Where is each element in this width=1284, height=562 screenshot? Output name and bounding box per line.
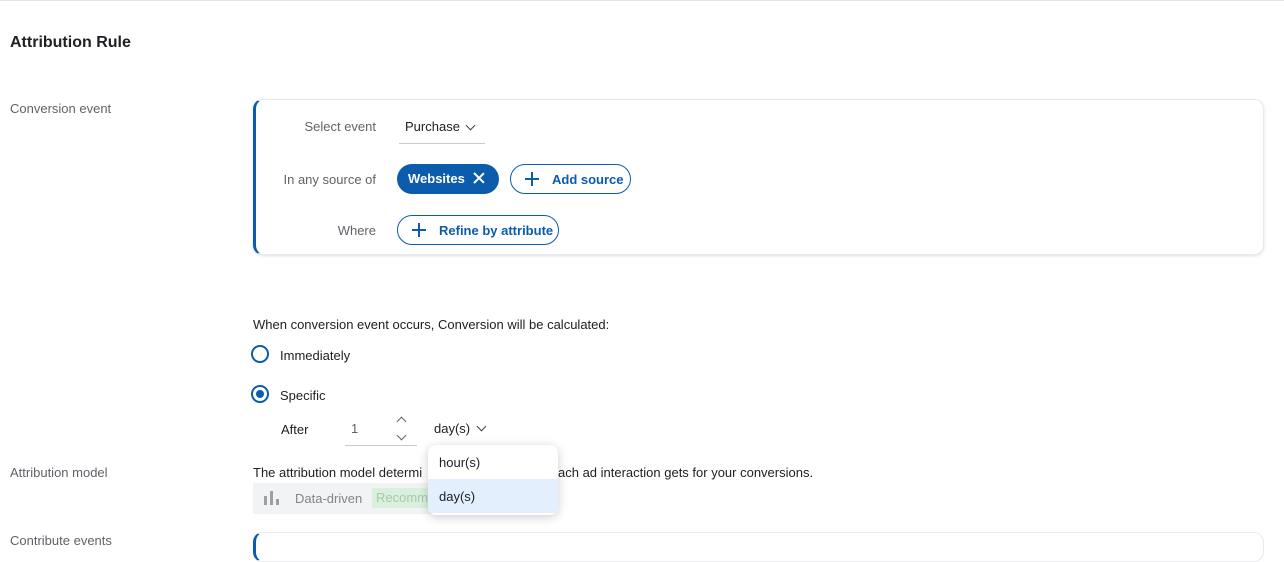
add-source-button[interactable]: Add source [510,164,631,194]
model-label: Data-driven [295,491,363,506]
source-chip-label: Websites [408,171,465,186]
after-label: After [281,422,309,437]
websites-source-chip[interactable]: Websites [397,164,499,194]
chevron-up-icon[interactable] [396,416,407,427]
specific-label: Specific [280,388,326,403]
time-unit-menu: hour(s) day(s) [428,445,558,515]
menu-item-hours[interactable]: hour(s) [428,445,558,479]
chevron-down-icon [476,421,487,432]
data-driven-model-option[interactable]: Data-driven Recommended [253,483,434,514]
chevron-down-icon [465,120,476,131]
add-source-label: Add source [552,172,624,187]
contribute-events-card [253,532,1264,562]
conversion-event-label: Conversion event [10,101,112,116]
top-divider [0,0,1284,1]
select-event-value: Purchase [405,119,460,134]
recommended-badge: Recommended [372,488,434,508]
plus-icon [525,172,539,186]
menu-item-days[interactable]: day(s) [428,479,558,513]
refine-by-attribute-button[interactable]: Refine by attribute [397,215,559,245]
source-label: In any source of [283,172,377,187]
where-label: Where [337,223,376,238]
time-unit-dropdown[interactable]: day(s) [428,416,490,442]
calculation-heading: When conversion event occurs, Conversion… [253,317,610,332]
attribution-model-label: Attribution model [10,465,108,480]
select-event-dropdown[interactable]: Purchase [399,117,485,144]
after-number-input[interactable]: 1 [345,412,417,446]
conversion-event-card: Select event Purchase In any source of W… [253,99,1264,255]
immediately-label: Immediately [280,348,351,363]
chevron-down-icon[interactable] [396,430,407,441]
specific-radio[interactable] [251,385,269,403]
attribution-description-right: ach ad interaction gets for your convers… [558,465,814,480]
time-unit-value: day(s) [434,421,471,436]
attribution-description-left: The attribution model determi [253,465,423,480]
plus-icon [412,223,426,237]
after-value: 1 [351,421,359,436]
close-icon[interactable] [471,170,487,186]
refine-label: Refine by attribute [439,223,554,238]
page-title: Attribution Rule [10,34,131,51]
bar-chart-icon [264,491,280,505]
select-event-label: Select event [304,119,376,134]
immediately-radio[interactable] [251,345,269,363]
